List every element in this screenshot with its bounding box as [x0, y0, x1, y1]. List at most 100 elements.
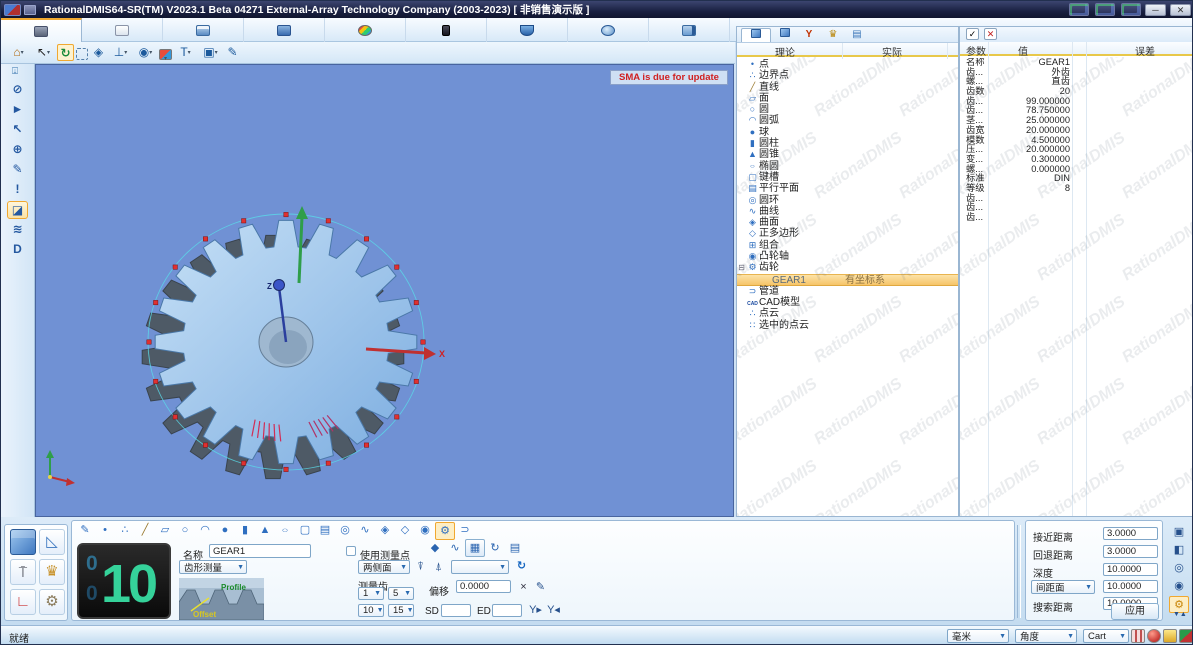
z-axis-ball[interactable]: [273, 279, 285, 291]
edit-plan-icon[interactable]: ✎: [533, 580, 548, 595]
tree-item[interactable]: ▱ 面: [737, 93, 958, 104]
plane-icon[interactable]: ▱: [155, 522, 175, 540]
name-input[interactable]: [209, 544, 311, 558]
retract-input[interactable]: [1103, 545, 1158, 558]
tree-item[interactable]: ○ 圆: [737, 104, 958, 115]
error-column-header[interactable]: 误差: [1135, 43, 1155, 58]
collapse-arrows-icon[interactable]: ▼▲: [1173, 611, 1187, 618]
sweep-brush-icon[interactable]: ◪: [7, 201, 28, 219]
table-view-icon[interactable]: ▦: [465, 539, 485, 557]
panel-monitor-icon[interactable]: ▤: [847, 28, 867, 42]
ed-input[interactable]: [492, 604, 522, 617]
close-panel-button[interactable]: ✕: [984, 28, 997, 40]
tree-item[interactable]: ◎ 圆环: [737, 195, 958, 206]
coord-select[interactable]: Cart ▼: [1083, 629, 1129, 643]
crown-icon[interactable]: ♛: [823, 28, 843, 42]
arc-icon[interactable]: ◠: [195, 522, 215, 540]
eye-icon[interactable]: ◉: [134, 44, 157, 61]
cube-touch-icon[interactable]: ◉: [1169, 578, 1189, 595]
ball-red-icon[interactable]: [1147, 629, 1161, 643]
cube-probe-icon[interactable]: ◧: [1169, 542, 1189, 559]
viewport-3d[interactable]: Z X SMA is due for update: [35, 64, 734, 517]
probe-direction-icon[interactable]: ⍒: [413, 560, 428, 575]
probe-build-icon[interactable]: ◈: [90, 44, 107, 61]
cube-select-icon[interactable]: ⊕: [7, 141, 28, 159]
cube-edit-icon[interactable]: ✎: [7, 161, 28, 179]
spacing-input[interactable]: [1103, 580, 1158, 593]
close-button[interactable]: ✕: [1170, 3, 1191, 16]
gamepad-icon[interactable]: [1069, 3, 1089, 16]
ribbon-tab[interactable]: [649, 18, 730, 42]
cube-sweep-icon[interactable]: ≋: [7, 221, 28, 239]
tree-item[interactable]: ▢ 键槽: [737, 172, 958, 183]
gear-model[interactable]: Z X: [36, 65, 733, 516]
tree-item[interactable]: ▲ 圆锥: [737, 149, 958, 160]
cylinder-icon[interactable]: ▮: [235, 522, 255, 540]
text-label-icon[interactable]: T: [174, 44, 197, 61]
tree-item[interactable]: ⊞ 组合: [737, 240, 958, 251]
marquee-icon[interactable]: [76, 47, 88, 60]
strategy-select[interactable]: ▼: [451, 560, 509, 574]
tree-item[interactable]: GEAR1 有坐标系: [737, 273, 958, 286]
axes-triad-icon[interactable]: ∟: [10, 589, 36, 615]
clipboard-icon[interactable]: ▣: [199, 44, 222, 61]
param-row[interactable]: 螺... 0.000000: [960, 164, 1192, 175]
measure-type-select[interactable]: 齿形测量 ▼: [179, 560, 247, 574]
monitor-view-icon[interactable]: ▤: [505, 539, 525, 557]
cube-data-icon[interactable]: D: [7, 241, 28, 259]
tree-item[interactable]: ▮ 圆柱: [737, 138, 958, 149]
tooth-start-select[interactable]: 1 ▼: [358, 587, 384, 600]
tooth-end-select[interactable]: 5 ▼: [388, 587, 414, 600]
param-row[interactable]: 齿...: [960, 203, 1192, 213]
pipe-icon[interactable]: ⊃: [455, 522, 475, 540]
link-colored-icon[interactable]: [1179, 629, 1192, 643]
tree-item[interactable]: ∴ 点云: [737, 308, 958, 319]
polygon-icon[interactable]: ◇: [395, 522, 415, 540]
tree-item[interactable]: ∴ 边界点: [737, 70, 958, 81]
approach-input[interactable]: [1103, 527, 1158, 540]
curve-icon[interactable]: ∿: [355, 522, 375, 540]
param-row[interactable]: 齿数 20: [960, 86, 1192, 97]
angle-select[interactable]: 角度 ▼: [1015, 629, 1077, 643]
machine-icon[interactable]: ⚙: [39, 589, 65, 615]
ribbon-tab[interactable]: [163, 18, 244, 42]
tree-item[interactable]: CADCAD模型: [737, 297, 958, 308]
machine-tool-icon[interactable]: ▣: [1169, 524, 1189, 541]
param-row[interactable]: 变... 0.300000: [960, 154, 1192, 165]
refresh-icon[interactable]: ↻: [57, 44, 74, 61]
param-row[interactable]: 螺... 直齿: [960, 77, 1192, 87]
probe-view-icon[interactable]: ◆: [425, 539, 445, 557]
sphere-icon[interactable]: ●: [215, 522, 235, 540]
flank-select[interactable]: 两侧面 ▼: [358, 560, 410, 574]
rotate-refresh-icon[interactable]: ↻: [514, 559, 529, 574]
tree-item[interactable]: ◇ 正多边形: [737, 228, 958, 239]
param-row[interactable]: 压... 20.000000: [960, 144, 1192, 155]
param-row[interactable]: 齿... 78.750000: [960, 106, 1192, 116]
blue-cube-small-icon[interactable]: [775, 27, 795, 42]
cube-search-icon[interactable]: ◎: [1169, 560, 1189, 577]
param-row[interactable]: 模数 4.500000: [960, 135, 1192, 146]
pin-icon[interactable]: ⍗: [12, 66, 18, 77]
point-pick-icon[interactable]: ×: [516, 580, 531, 595]
apply-button[interactable]: 应用: [1111, 603, 1159, 620]
tree-item[interactable]: ⊃ 管道: [737, 286, 958, 297]
expander-icon[interactable]: ⊟: [737, 262, 746, 273]
crown2-icon[interactable]: ♛: [39, 559, 65, 585]
tree-item[interactable]: ╱ 直线: [737, 82, 958, 93]
tree-item[interactable]: • 点: [737, 59, 958, 70]
tree-item[interactable]: ◉ 凸轮轴: [737, 251, 958, 262]
theory-column-header[interactable]: 理论: [775, 44, 795, 59]
param-row[interactable]: 茎... 25.000000: [960, 115, 1192, 126]
circle-icon[interactable]: ○: [175, 522, 195, 540]
grid-red-icon[interactable]: [1131, 629, 1145, 643]
tree-item[interactable]: ∿ 曲线: [737, 206, 958, 217]
axes-icon[interactable]: ⊥: [109, 44, 132, 61]
tree-item[interactable]: ▤ 平行平面: [737, 183, 958, 194]
depth-input[interactable]: [1103, 563, 1158, 576]
tree-item[interactable]: ◈ 曲面: [737, 217, 958, 228]
confirm-check-button[interactable]: ✓: [966, 28, 979, 40]
palette-icon[interactable]: [159, 48, 172, 60]
param-row[interactable]: 等级 8: [960, 183, 1192, 194]
param-column-header[interactable]: 参数: [966, 43, 986, 58]
ribbon-tab[interactable]: [325, 18, 406, 42]
